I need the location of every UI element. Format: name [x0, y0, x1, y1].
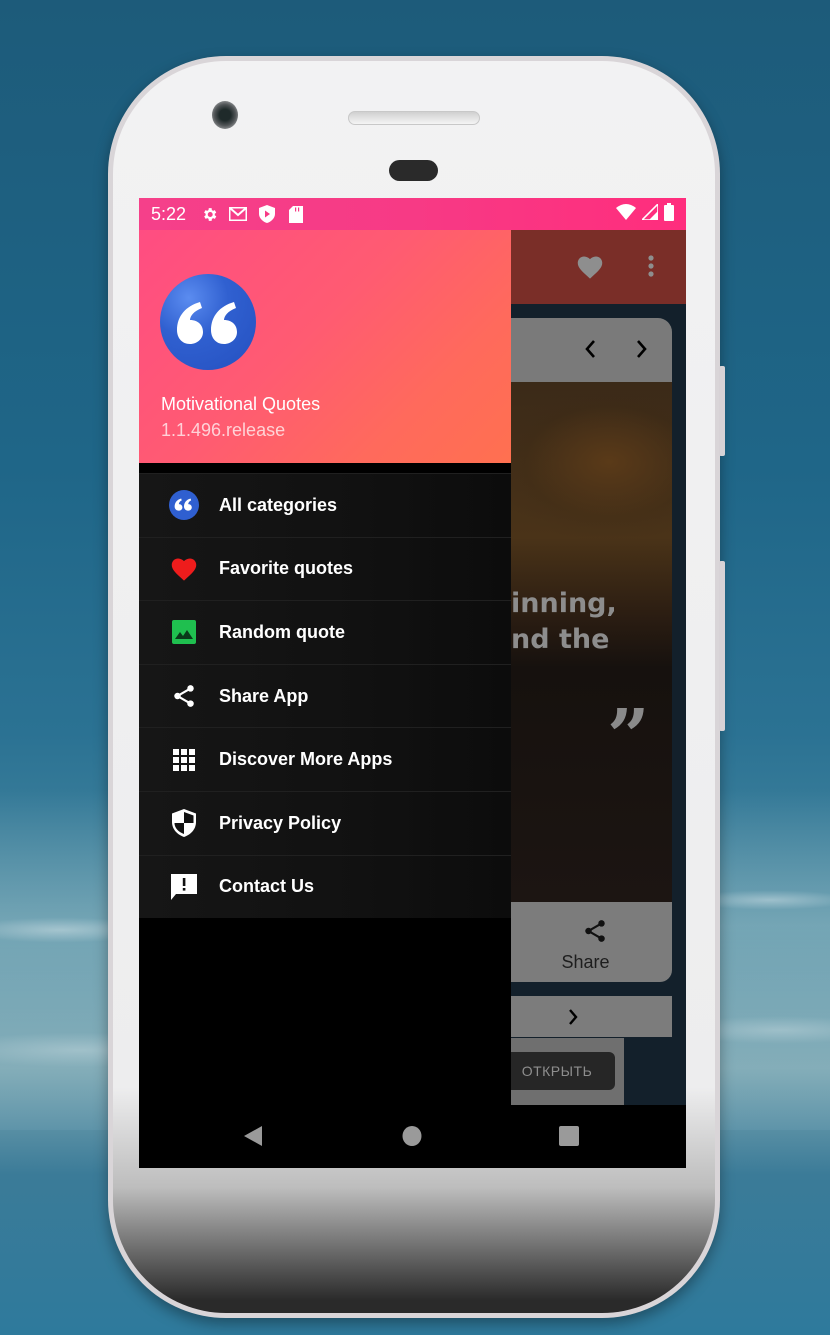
- quote-line-1: inning,: [511, 588, 617, 619]
- volume-button: [719, 561, 725, 731]
- heart-icon: [169, 554, 199, 584]
- power-button: [719, 366, 725, 456]
- play-protect-icon: [258, 205, 276, 223]
- proximity-sensor: [389, 160, 438, 181]
- shield-icon: [169, 808, 199, 838]
- next-arrow-icon[interactable]: [635, 338, 649, 365]
- menu-item-label: Discover More Apps: [219, 749, 393, 770]
- menu-item-contact-us[interactable]: Contact Us: [139, 854, 511, 919]
- status-bar: 5:22: [139, 198, 686, 230]
- quote-nav-card: [499, 318, 672, 382]
- menu-item-label: Random quote: [219, 621, 345, 642]
- chevron-right-icon: [567, 1008, 579, 1031]
- image-icon: [169, 617, 199, 647]
- drawer-app-name: Motivational Quotes: [161, 394, 321, 414]
- menu-item-label: Share App: [219, 685, 309, 706]
- previous-arrow-icon[interactable]: [583, 338, 597, 365]
- battery-icon: [664, 202, 674, 226]
- share-button[interactable]: Share: [499, 902, 672, 982]
- menu-item-share-app[interactable]: Share App: [139, 663, 511, 728]
- share-icon: [582, 918, 608, 949]
- drawer-menu: All categories Favorite quotes Random qu…: [139, 473, 511, 919]
- menu-item-label: Favorite quotes: [219, 558, 354, 579]
- sd-card-icon: [287, 205, 305, 223]
- menu-item-label: Privacy Policy: [219, 812, 342, 833]
- ad-banner: ОТКРЫТЬ: [499, 1038, 624, 1105]
- menu-item-label: Contact Us: [219, 876, 315, 897]
- wifi-icon: [616, 203, 636, 225]
- settings-icon: [200, 205, 218, 223]
- signal-icon: [640, 201, 659, 225]
- more-options-icon[interactable]: [647, 254, 655, 283]
- quote-logo-icon: [160, 274, 256, 370]
- menu-item-all-categories[interactable]: All categories: [139, 473, 511, 537]
- feedback-icon: [169, 872, 199, 902]
- back-button-icon[interactable]: [243, 1125, 263, 1152]
- system-navigation-bar: [139, 1105, 686, 1168]
- earpiece-speaker: [348, 111, 480, 125]
- ad-open-button[interactable]: ОТКРЫТЬ: [499, 1052, 615, 1090]
- drawer-app-version: 1.1.496.release: [161, 420, 286, 440]
- drawer-header: Motivational Quotes 1.1.496.release: [139, 230, 511, 463]
- menu-item-favorite-quotes[interactable]: Favorite quotes: [139, 536, 511, 601]
- quote-line-2: nd the: [511, 624, 610, 655]
- navigation-drawer: Motivational Quotes 1.1.496.release All …: [139, 230, 511, 1105]
- phone-screen: 5:22 inning, nd the ” Share ОТКРЫТЬ Moti…: [139, 198, 686, 1168]
- status-time: 5:22: [151, 203, 187, 224]
- recents-button-icon[interactable]: [559, 1125, 579, 1152]
- closing-quote-mark-icon: ”: [607, 694, 650, 780]
- quote-circle-icon: [169, 490, 199, 521]
- menu-item-discover-more-apps[interactable]: Discover More Apps: [139, 727, 511, 791]
- share-icon: [169, 681, 199, 711]
- menu-item-label: All categories: [219, 494, 338, 515]
- apps-grid-icon: [169, 745, 199, 775]
- menu-item-random-quote[interactable]: Random quote: [139, 600, 511, 664]
- favorite-heart-icon[interactable]: [576, 254, 604, 285]
- home-button-icon[interactable]: [402, 1125, 422, 1152]
- gmail-icon: [229, 205, 248, 223]
- menu-item-privacy-policy[interactable]: Privacy Policy: [139, 790, 511, 855]
- share-label: Share: [561, 952, 610, 972]
- front-camera: [212, 101, 238, 129]
- next-quote-bar[interactable]: [499, 996, 672, 1037]
- quote-text: inning, nd the: [511, 586, 617, 658]
